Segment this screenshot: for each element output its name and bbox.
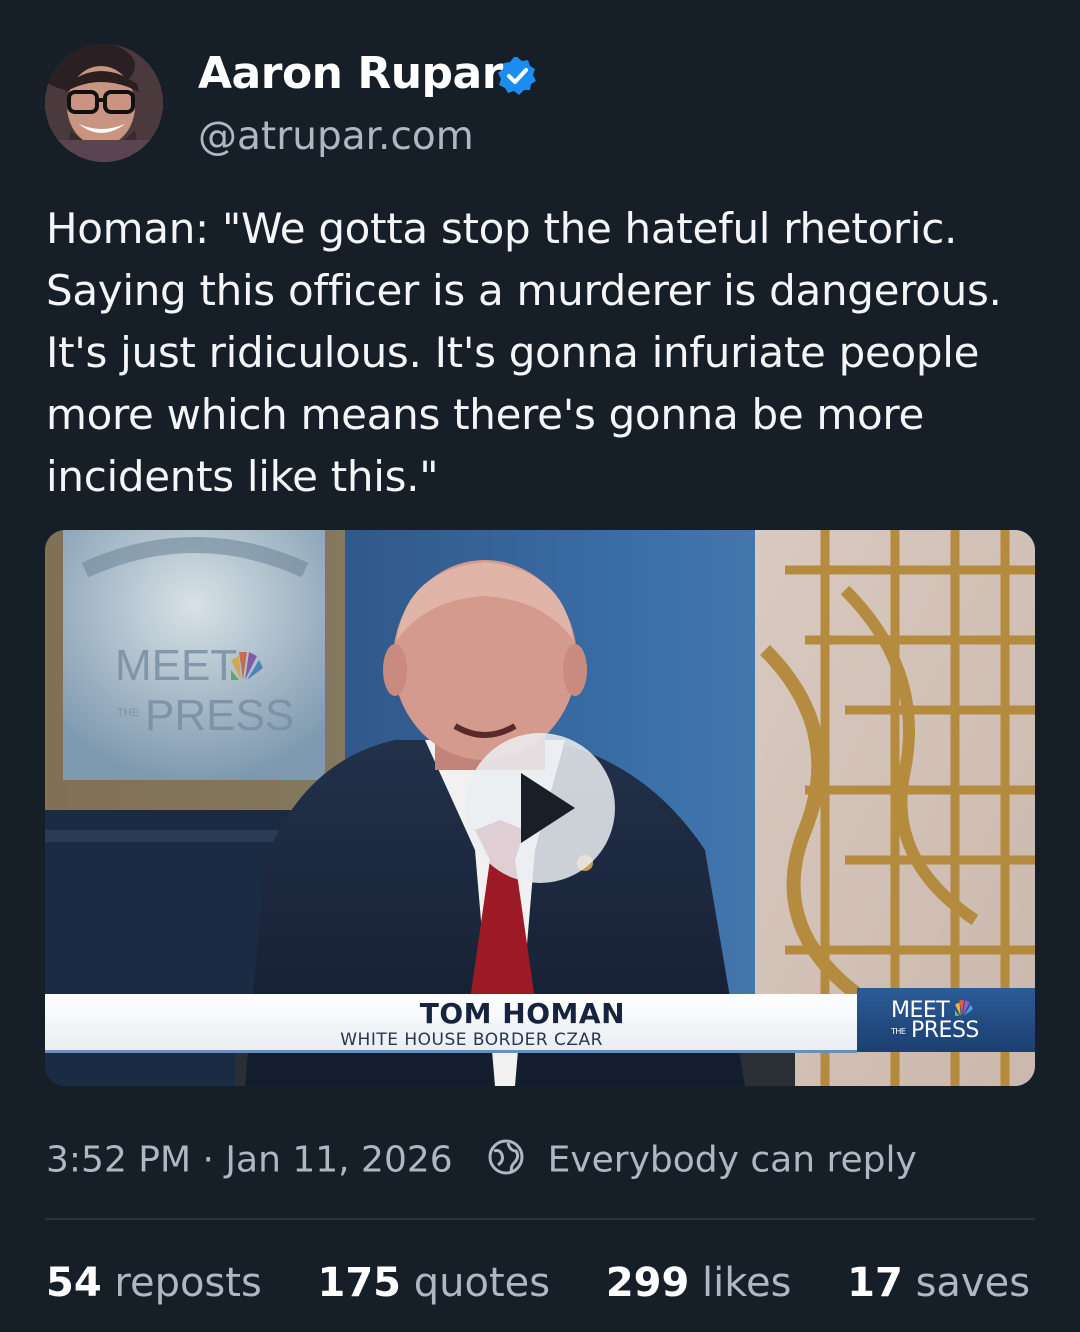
video-player[interactable]: MEET THE PRESS TOM HOMAN WHITE HOUSE BOR… [45,530,1035,1086]
corner-logo-line2: PRESS [911,1018,979,1043]
post-date[interactable]: Jan 11, 2026 [225,1140,452,1181]
engagement-stats: 54 reposts 175 quotes 299 likes 17 saves [46,1260,1036,1310]
stat-saves[interactable]: 17 saves [847,1260,1030,1306]
background-logo-small: THE [117,707,139,719]
likes-count: 299 [605,1260,690,1306]
author-handle[interactable]: @atrupar.com [198,114,474,159]
lower-third-name: TOM HOMAN [419,997,625,1030]
peacock-icon [955,1000,973,1016]
quotes-count: 175 [317,1260,402,1306]
lower-third-title: WHITE HOUSE BORDER CZAR [340,1030,603,1050]
reposts-count: 54 [46,1260,102,1306]
avatar-image [45,44,163,162]
background-logo-line1: MEET [115,641,237,690]
avatar[interactable] [45,44,163,162]
background-logo-line2: PRESS [145,691,294,740]
globe-icon [488,1139,524,1175]
author-name[interactable]: Aaron Rupar [198,48,503,99]
reposts-label: reposts [114,1260,262,1306]
post-meta: 3:52 PM · Jan 11, 2026 Everybody can rep… [46,1138,1036,1184]
lower-third-banner: TOM HOMAN WHITE HOUSE BORDER CZAR [45,994,857,1053]
lower-third: TOM HOMAN WHITE HOUSE BORDER CZAR MEET T… [45,988,1035,1054]
likes-label: likes [702,1260,792,1306]
saves-count: 17 [847,1260,903,1306]
corner-logo: MEET THE PRESS [857,988,1035,1052]
stat-likes[interactable]: 299 likes [606,1260,792,1306]
stat-quotes[interactable]: 175 quotes [318,1260,551,1306]
post-header: Aaron Rupar @atrupar.com [45,42,1035,162]
post-time[interactable]: 3:52 PM [46,1140,191,1181]
divider [45,1218,1035,1220]
reply-setting[interactable]: Everybody can reply [548,1140,917,1181]
play-icon [521,773,575,843]
play-button[interactable] [465,733,615,883]
quotes-label: quotes [413,1260,551,1306]
post-text: Homan: "We gotta stop the hateful rhetor… [46,204,1002,501]
meta-separator: · [202,1139,214,1181]
stat-reposts[interactable]: 54 reposts [46,1260,262,1306]
verified-badge-icon [498,57,536,95]
corner-logo-small: THE [891,1027,906,1036]
saves-label: saves [915,1260,1031,1306]
